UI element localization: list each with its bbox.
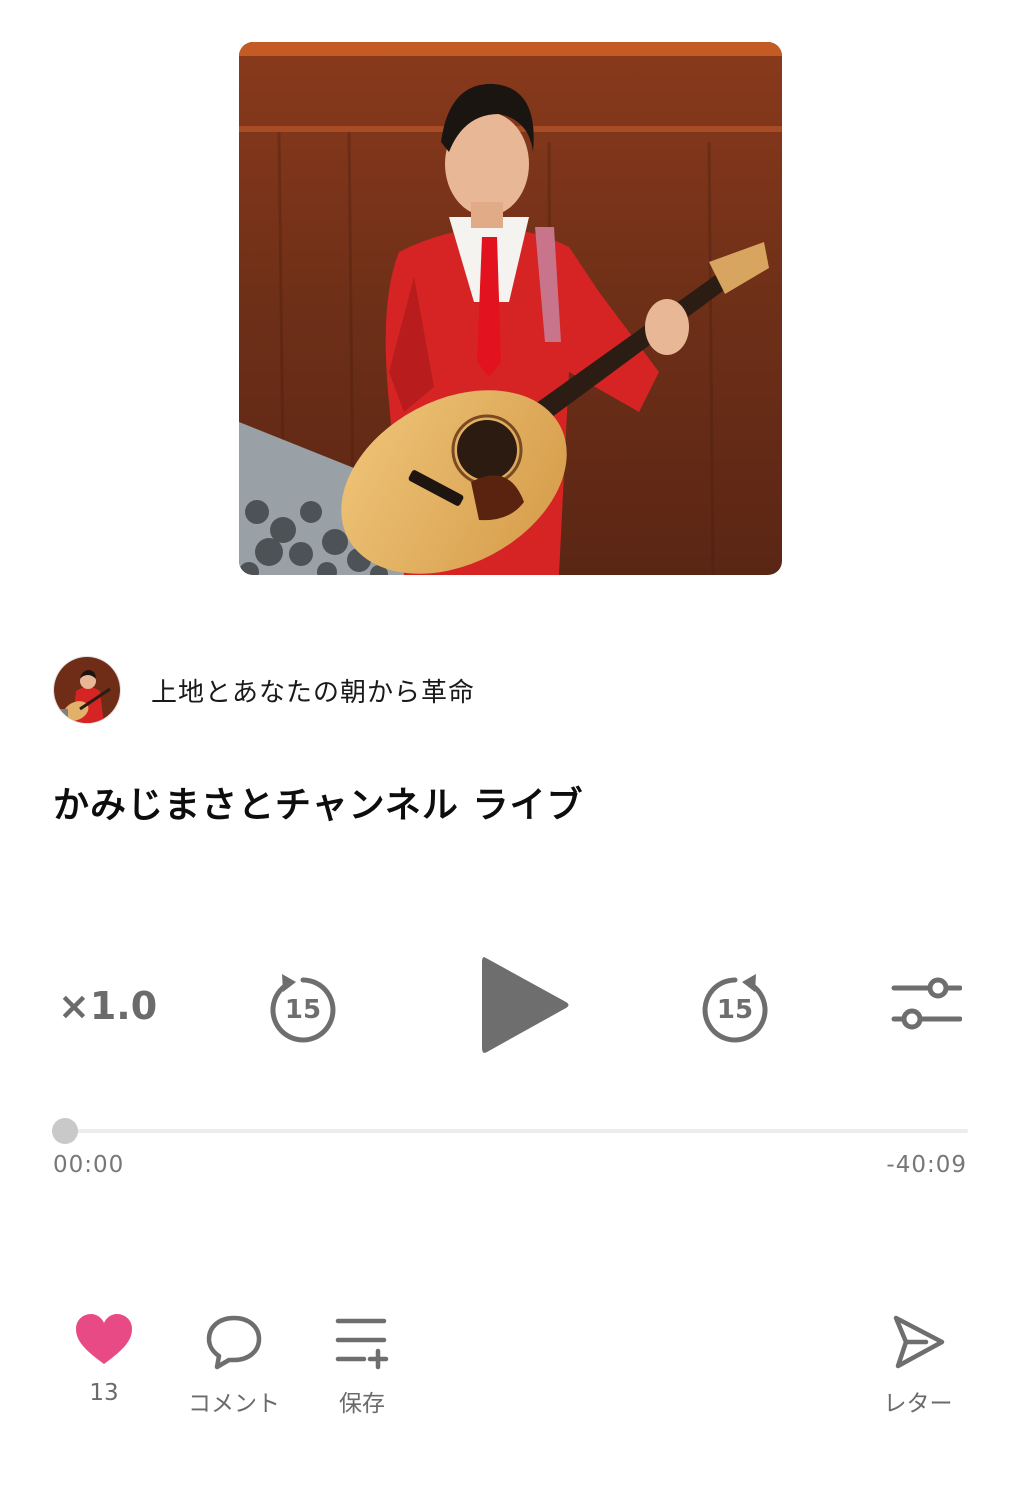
artwork-image — [239, 42, 782, 575]
save-label: 保存 — [339, 1391, 385, 1417]
send-icon — [893, 1315, 945, 1369]
avatar-image — [54, 657, 120, 723]
elapsed-time: 00:00 — [53, 1152, 125, 1178]
playlist-add-icon — [335, 1318, 389, 1370]
forward-seconds-label: 15 — [717, 995, 753, 1025]
play-icon — [482, 957, 569, 1053]
audio-settings-button[interactable] — [890, 976, 962, 1032]
letter-label: レター — [883, 1391, 953, 1417]
rewind-seconds-label: 15 — [285, 995, 321, 1025]
episode-title: かみじまさとチャンネル ライブ — [53, 785, 584, 826]
playback-controls: ×1.0 15 15 — [0, 940, 1020, 1070]
progress-track[interactable] — [53, 1129, 968, 1133]
channel-row[interactable]: 上地とあなたの朝から革命 — [53, 656, 475, 724]
heart-icon — [76, 1314, 132, 1364]
episode-actions: 13 コメント 保存 レター — [0, 1300, 1020, 1440]
progress-thumb[interactable] — [52, 1118, 78, 1144]
letter-button[interactable]: レター — [868, 1314, 968, 1418]
remaining-time: -40:09 — [886, 1152, 967, 1178]
like-count: 13 — [89, 1380, 119, 1406]
comment-label: コメント — [188, 1391, 280, 1417]
episode-artwork — [239, 42, 782, 575]
forward-15-button[interactable]: 15 — [698, 968, 772, 1044]
save-button[interactable]: 保存 — [322, 1316, 402, 1418]
playback-progress-bar[interactable] — [52, 1118, 968, 1144]
channel-avatar[interactable] — [53, 656, 121, 724]
forward-15-icon: 15 — [702, 974, 768, 1043]
sliders-icon — [891, 977, 962, 1030]
playback-speed-button[interactable]: ×1.0 — [58, 984, 157, 1028]
comment-button[interactable]: コメント — [184, 1314, 284, 1418]
rewind-15-button[interactable]: 15 — [266, 968, 340, 1044]
channel-name[interactable]: 上地とあなたの朝から革命 — [151, 672, 475, 709]
play-button[interactable] — [478, 952, 574, 1058]
like-button[interactable]: 13 — [64, 1314, 144, 1406]
rewind-15-icon: 15 — [270, 974, 336, 1043]
speech-bubble-icon — [206, 1315, 262, 1370]
